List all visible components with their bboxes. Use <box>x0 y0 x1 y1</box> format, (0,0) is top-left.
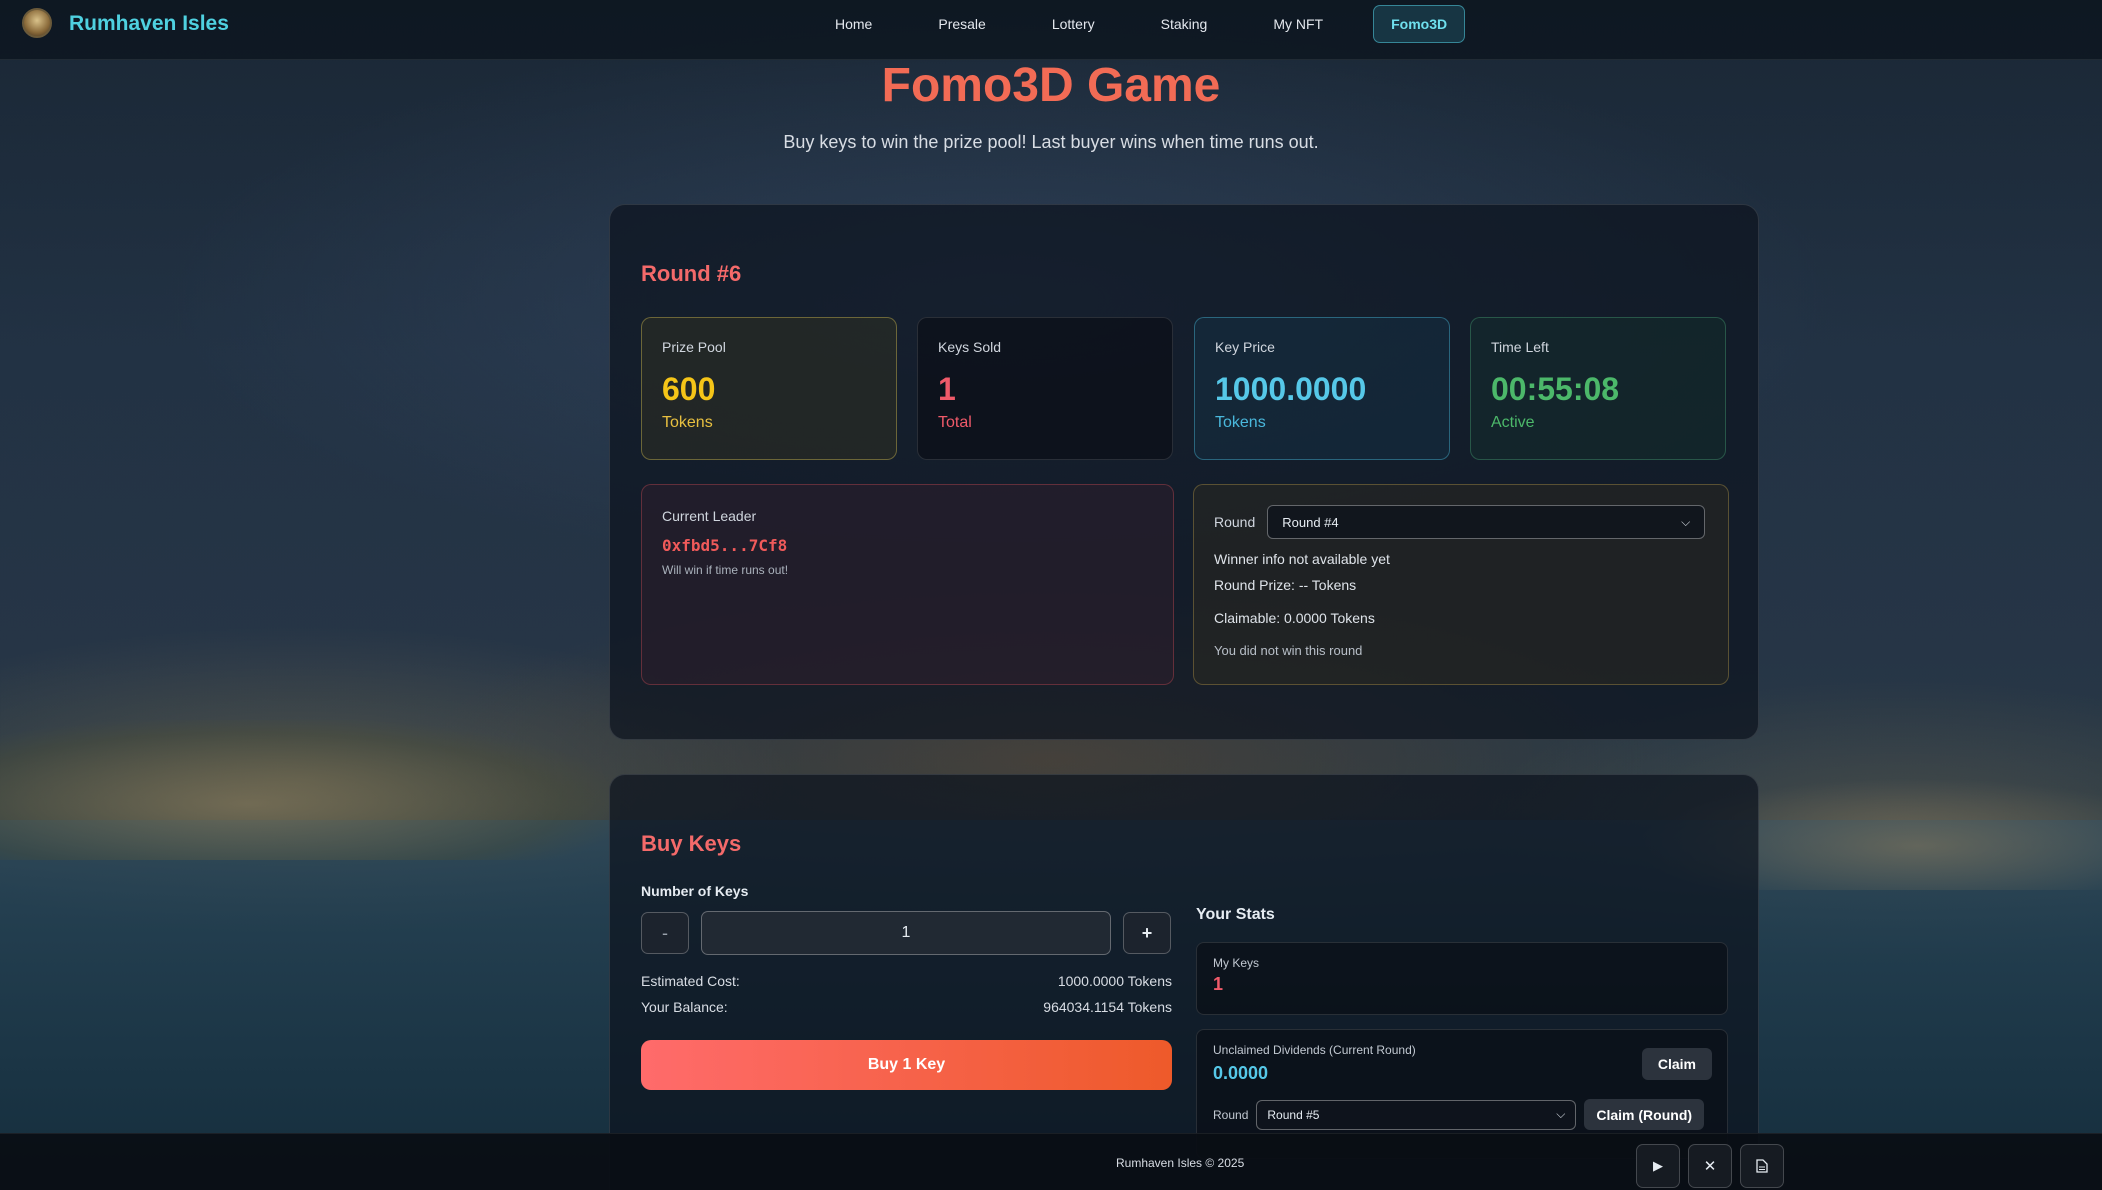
buy-key-button[interactable]: Buy 1 Key <box>641 1040 1172 1090</box>
winner-status: You did not win this round <box>1214 643 1363 658</box>
decrease-keys-button[interactable]: - <box>641 912 689 954</box>
winner-claimable: Claimable: 0.0000 Tokens <box>1214 610 1375 626</box>
keys-field-label: Number of Keys <box>641 883 749 899</box>
winner-round-label: Round <box>1214 514 1256 530</box>
leader-address: 0xfbd5...7Cf8 <box>662 536 788 555</box>
keys-sold-value: 1 <box>938 371 956 407</box>
page-subtitle: Buy keys to win the prize pool! Last buy… <box>783 132 1319 152</box>
play-icon[interactable]: ▶ <box>1636 1144 1680 1188</box>
prize-pool-unit: Tokens <box>662 414 713 431</box>
nav-staking[interactable]: Staking <box>1161 16 1208 32</box>
winner-round-select[interactable]: Round #4 ⌵ <box>1267 505 1706 539</box>
keys-quantity-input[interactable]: 1 <box>701 911 1111 955</box>
time-left-value: 00:55:08 <box>1491 371 1620 407</box>
dividends-round-row: Round Round #5 ⌵ Claim (Round) <box>1213 1099 1705 1130</box>
leader-note: Will win if time runs out! <box>662 563 789 577</box>
winner-info: Winner info not available yet <box>1214 551 1390 567</box>
time-left-card: Time Left 00:55:08 Active <box>1470 317 1726 460</box>
dividends-round-label: Round <box>1213 1107 1249 1122</box>
claim-round-button[interactable]: Claim (Round) <box>1584 1099 1705 1130</box>
round-title: Round #6 <box>641 261 742 286</box>
brand-name[interactable]: Rumhaven Isles <box>69 12 229 36</box>
nav-links: Home Presale Lottery Staking My NFT Fomo… <box>835 0 1531 48</box>
key-price-card: Key Price 1000.0000 Tokens <box>1194 317 1450 460</box>
my-keys-card: My Keys 1 <box>1196 942 1728 1015</box>
footer-copyright: Rumhaven Isles © 2025 <box>1116 1156 1245 1170</box>
nav-fomo3d[interactable]: Fomo3D <box>1373 5 1466 43</box>
key-price-value: 1000.0000 <box>1215 371 1367 407</box>
increase-keys-button[interactable]: + <box>1123 912 1171 954</box>
chevron-down-icon: ⌵ <box>1556 1107 1566 1121</box>
key-price-label: Key Price <box>1215 339 1275 355</box>
claim-button[interactable]: Claim <box>1641 1048 1712 1080</box>
estimated-cost-value: 1000.0000 Tokens <box>1057 973 1172 989</box>
winner-round-row: Round Round #4 ⌵ <box>1214 505 1708 539</box>
dividends-value: 0.0000 <box>1213 1063 1269 1083</box>
keys-sold-label: Keys Sold <box>938 339 1002 355</box>
dividends-round-selected: Round #5 <box>1267 1107 1320 1122</box>
current-leader-card: Current Leader 0xfbd5...7Cf8 Will win if… <box>641 484 1174 685</box>
winner-round-prize: Round Prize: -- Tokens <box>1214 577 1357 593</box>
estimated-cost-row: Estimated Cost: 1000.0000 Tokens <box>641 973 1172 989</box>
round-panel: Round #6 Prize Pool 600 Tokens Keys Sold… <box>609 204 1759 740</box>
time-left-status: Active <box>1491 414 1535 431</box>
your-stats-title: Your Stats <box>1196 906 1275 923</box>
keys-sold-card: Keys Sold 1 Total <box>917 317 1173 460</box>
my-keys-value: 1 <box>1213 974 1224 994</box>
leader-label: Current Leader <box>662 508 757 524</box>
nav-my-nft[interactable]: My NFT <box>1273 16 1323 32</box>
keys-sold-unit: Total <box>938 414 972 431</box>
logo-icon[interactable] <box>22 8 52 38</box>
prize-pool-card: Prize Pool 600 Tokens <box>641 317 897 460</box>
prize-pool-value: 600 <box>662 371 716 407</box>
buy-keys-title: Buy Keys <box>641 831 742 856</box>
dividends-round-select[interactable]: Round #5 ⌵ <box>1256 1099 1577 1130</box>
balance-label: Your Balance: <box>641 999 728 1015</box>
estimated-cost-label: Estimated Cost: <box>641 973 740 989</box>
chevron-down-icon: ⌵ <box>1681 514 1691 529</box>
balance-value: 964034.1154 Tokens <box>1043 999 1172 1015</box>
navbar: Rumhaven Isles Home Presale Lottery Stak… <box>0 0 2102 60</box>
dividends-label: Unclaimed Dividends (Current Round) <box>1213 1043 1416 1057</box>
footer: Rumhaven Isles © 2025 ▶ ✕ <box>0 1133 2102 1190</box>
buy-keys-panel: Buy Keys Number of Keys - 1 + Estimated … <box>609 774 1759 1190</box>
x-icon[interactable]: ✕ <box>1688 1144 1732 1188</box>
prize-pool-label: Prize Pool <box>662 339 726 355</box>
key-price-unit: Tokens <box>1215 414 1266 431</box>
my-keys-label: My Keys <box>1213 956 1260 970</box>
document-icon[interactable] <box>1740 1144 1784 1188</box>
background-island-left <box>0 720 620 860</box>
round-winner-card: Round Round #4 ⌵ Winner info not availab… <box>1193 484 1729 685</box>
winner-round-selected: Round #4 <box>1282 514 1339 530</box>
nav-presale[interactable]: Presale <box>938 16 985 32</box>
time-left-label: Time Left <box>1491 339 1549 355</box>
balance-row: Your Balance: 964034.1154 Tokens <box>641 999 1172 1015</box>
page-title: Fomo3D Game <box>881 59 1221 112</box>
nav-home[interactable]: Home <box>835 16 872 32</box>
nav-lottery[interactable]: Lottery <box>1052 16 1095 32</box>
